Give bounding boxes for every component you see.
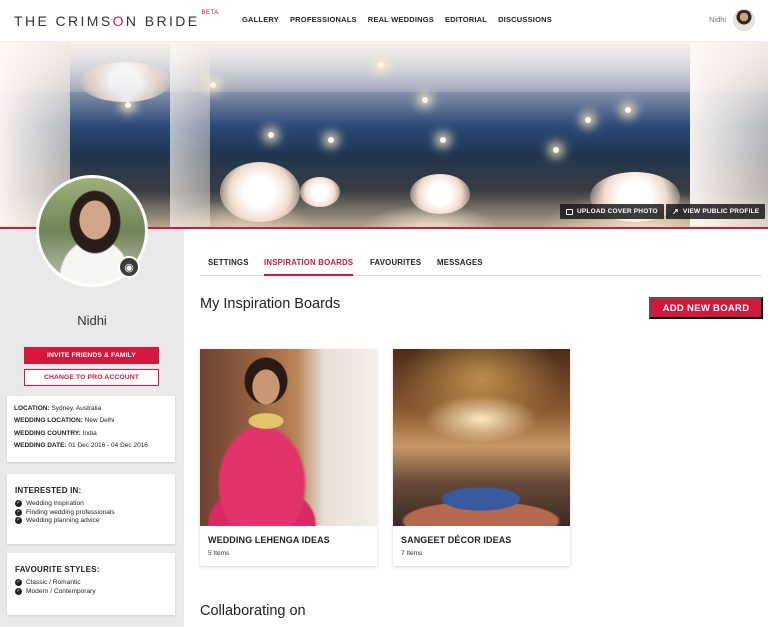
board-card[interactable]: WEDDING LEHENGA IDEAS 5 Items [200,349,377,566]
interest-item: ✓ Wedding planning advice [15,517,167,524]
nav-real-weddings[interactable]: REAL WEDDINGS [368,15,434,24]
detail-value: India [82,429,97,437]
image-icon [566,208,573,215]
page-title: My Inspiration Boards [200,296,341,312]
detail-label: WEDDING COUNTRY: [14,429,81,437]
nav-gallery[interactable]: GALLERY [242,15,279,24]
cover-flowers [300,177,340,207]
styles-title: FAVOURITE STYLES: [15,565,100,574]
board-title[interactable]: WEDDING LEHENGA IDEAS [208,535,330,545]
interest-item: ✓ Wedding inspiration [15,500,167,507]
upload-cover-label: UPLOAD COVER PHOTO [577,208,658,215]
detail-label: WEDDING LOCATION: [14,417,83,425]
interest-label: Wedding inspiration [26,500,84,507]
site-logo[interactable]: THE CRIMSON BRIDE BETA [14,10,218,29]
style-label: Modern / Contemporary [26,587,96,595]
cover-flowers [220,162,300,222]
add-new-board-button[interactable]: ADD NEW BOARD [649,297,763,319]
cover-flowers [410,174,470,214]
detail-value: 01 Dec 2016 - 04 Dec 2016 [68,442,148,450]
tab-inspiration-boards[interactable]: INSPIRATION BOARDS [264,254,354,276]
tab-settings[interactable]: SETTINGS [208,254,249,275]
profile-name: Nidhi [77,313,107,328]
cover-light [625,107,631,113]
board-cover-image[interactable] [393,349,570,526]
check-circle-icon: ✓ [15,500,22,507]
styles-card: FAVOURITE STYLES: ✓ Classic / Romantic ✓ M… [7,553,175,615]
upload-cover-photo-button[interactable]: UPLOAD COVER PHOTO [560,204,664,219]
board-item-count: 5 Items [208,550,230,557]
nav-discussions[interactable]: DISCUSSIONS [498,15,552,24]
style-item: ✓ Classic / Romantic [15,579,167,586]
board-cover-image[interactable] [200,349,377,526]
detail-value: Sydney, Australia [51,405,102,412]
profile-details-card: LOCATION: Sydney, Australia WEDDING LOCA… [7,396,175,462]
invite-friends-button[interactable]: INVITE FRIENDS & FAMILY [24,347,159,364]
external-link-icon: ↗ [672,207,679,216]
board-title[interactable]: SANGEET DÉCOR IDEAS [401,535,511,545]
detail-location: LOCATION: Sydney, Australia [14,405,168,412]
header-user-name[interactable]: Nidhi [709,15,726,24]
cover-drape-mid [170,42,210,228]
detail-label: WEDDING DATE: [14,442,67,450]
detail-wedding-location: WEDDING LOCATION: New Delhi [14,417,168,424]
cover-light [440,137,446,143]
board-item-count: 7 Items [401,550,423,557]
interest-label: Wedding planning advice [26,517,100,524]
interest-label: Finding wedding professionals [26,508,115,516]
logo-accent-letter: O [112,13,126,29]
detail-wedding-date: WEDDING DATE: 01 Dec 2016 - 04 Dec 2016 [14,442,168,449]
nav-professionals[interactable]: PROFESSIONALS [290,15,357,24]
view-public-profile-button[interactable]: ↗ VIEW PUBLIC PROFILE [666,204,766,219]
profile-tabs: SETTINGS INSPIRATION BOARDS FAVOURITES M… [200,254,762,276]
cover-light [585,117,591,123]
top-header: THE CRIMSON BRIDE BETA GALLERY PROFESSION… [0,0,768,42]
interest-item: ✓ Finding wedding professionals [15,508,167,516]
cover-light [125,102,131,108]
cover-flowers [80,62,170,102]
cover-light [553,147,559,153]
change-photo-button[interactable]: ◉ [118,256,140,278]
nav-editorial[interactable]: EDITORIAL [445,15,487,24]
logo-text-2: N BRIDE [125,13,200,29]
logo-text-1: THE CRIMS [14,13,113,29]
cover-light [378,62,384,68]
camera-icon: ◉ [124,261,134,274]
cover-light [210,82,216,88]
style-item: ✓ Modern / Contemporary [15,587,167,595]
detail-wedding-country: WEDDING COUNTRY: India [14,430,168,437]
check-circle-icon: ✓ [15,508,22,516]
view-profile-label: VIEW PUBLIC PROFILE [682,208,760,215]
check-circle-icon: ✓ [15,587,22,595]
main-nav: GALLERY PROFESSIONALS REAL WEDDINGS EDIT… [242,15,552,24]
check-circle-icon: ✓ [15,517,22,524]
interests-card: INTERESTED IN: ✓ Wedding inspiration ✓ Fin… [7,474,175,544]
cover-drape-right [690,42,768,228]
interests-title: INTERESTED IN: [15,486,82,495]
check-circle-icon: ✓ [15,579,22,586]
collaborating-title: Collaborating on [200,603,306,619]
beta-badge: BETA [201,10,219,16]
cover-light [422,97,428,103]
change-to-pro-button[interactable]: CHANGE TO PRO ACCOUNT [24,369,159,386]
style-label: Classic / Romantic [26,579,81,586]
header-avatar[interactable] [733,9,755,31]
detail-label: LOCATION: [14,405,50,412]
cover-light [328,137,334,143]
tab-messages[interactable]: MESSAGES [437,254,483,275]
board-card[interactable]: SANGEET DÉCOR IDEAS 7 Items [393,349,570,566]
detail-value: New Delhi [84,417,115,425]
tab-favourites[interactable]: FAVOURITES [370,254,421,275]
cover-light [268,132,274,138]
